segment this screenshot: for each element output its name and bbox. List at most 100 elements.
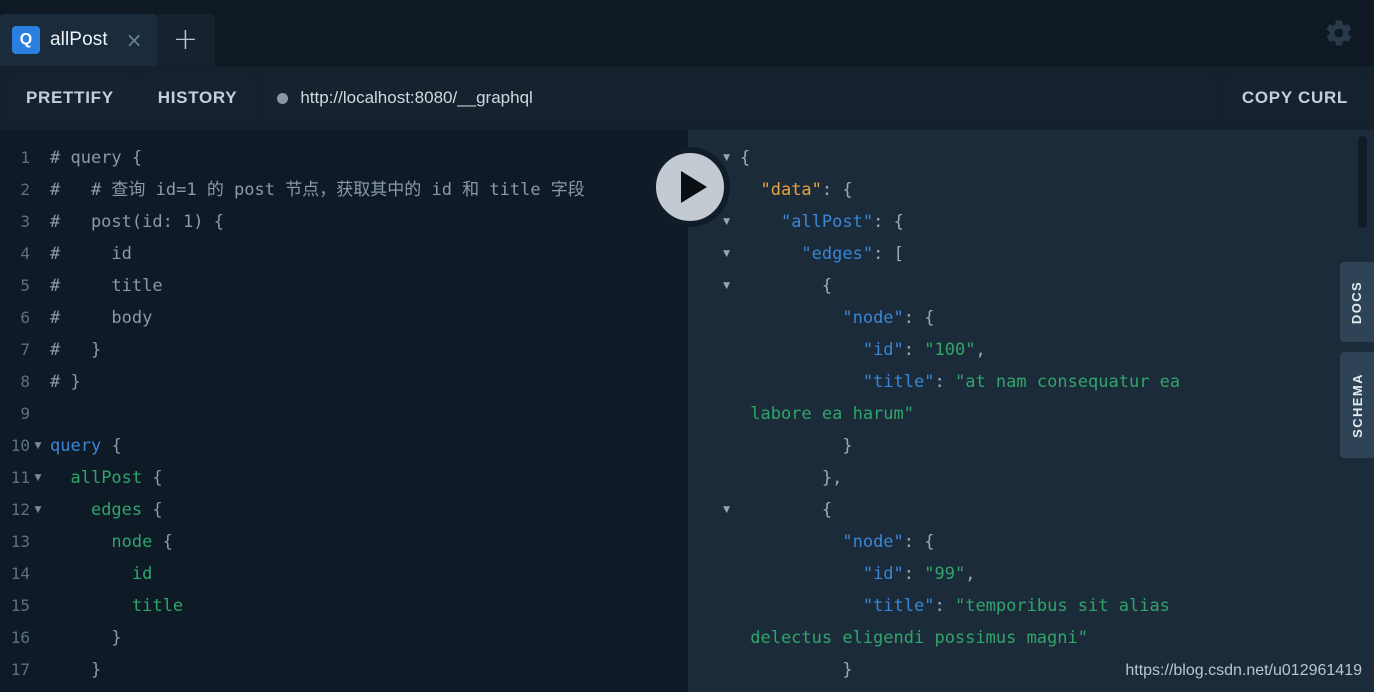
result-line: "id": "99",: [688, 558, 1374, 590]
line-content: },: [740, 686, 842, 692]
play-icon: [680, 171, 707, 203]
line-content: "node": {: [842, 308, 935, 328]
line-number: 17: [10, 660, 30, 679]
editor-line: 14 id: [0, 558, 688, 590]
line-content: # query {: [50, 148, 143, 168]
result-line: "node": {: [688, 302, 1374, 334]
line-number: 16: [10, 628, 30, 647]
line-content: # }: [50, 340, 102, 360]
result-line: },: [688, 462, 1374, 494]
toolbar: PRETTIFY HISTORY http://localhost:8080/_…: [0, 66, 1374, 130]
editor-line: 16 }: [0, 622, 688, 654]
editor-line: 9: [0, 398, 688, 430]
prettify-button[interactable]: PRETTIFY: [8, 77, 132, 119]
tab-badge: Q: [12, 26, 40, 54]
line-number: 11: [10, 468, 30, 487]
editor-line: 12 ▼ edges {: [0, 494, 688, 526]
docs-tab[interactable]: DOCS: [1340, 262, 1374, 342]
line-content: "title": "temporibus sit alias: [862, 596, 1170, 616]
line-number: 8: [20, 372, 30, 391]
line-content: # }: [50, 372, 81, 392]
result-line: ▼ {: [688, 494, 1374, 526]
line-content: "id": "99",: [862, 564, 976, 584]
fold-toggle-icon[interactable]: ▼: [688, 494, 740, 526]
line-content: allPost {: [70, 468, 163, 488]
fold-toggle-icon[interactable]: ▼: [30, 494, 46, 526]
line-number: 18: [0, 686, 30, 692]
result-line: "title": "at nam consequatur ea: [688, 366, 1374, 398]
add-tab-button[interactable]: +: [156, 14, 215, 66]
history-button[interactable]: HISTORY: [139, 77, 256, 119]
result-line: "title": "temporibus sit alias: [688, 590, 1374, 622]
query-editor[interactable]: 1 # query { 2 # # 查询 id=1 的 post 节点，获取其中的 i…: [0, 130, 688, 692]
line-number: 10: [10, 436, 30, 455]
result-scrollbar[interactable]: [1358, 136, 1367, 228]
line-content: }: [842, 436, 853, 456]
editor-line: 8 # }: [0, 366, 688, 398]
line-content: # post(id: 1) {: [50, 212, 224, 232]
line-content: }: [90, 660, 102, 680]
line-content: id: [131, 564, 153, 584]
line-content: # title: [50, 276, 163, 296]
line-number: 5: [20, 276, 30, 295]
line-number: 2: [20, 180, 30, 199]
result-line: ▼{: [688, 142, 1374, 174]
line-number: 14: [10, 564, 30, 583]
line-content: {: [821, 276, 833, 296]
line-number: 15: [10, 596, 30, 615]
line-content: delectus eligendi possimus magni": [740, 628, 1088, 648]
editor-line: 6 # body: [0, 302, 688, 334]
line-content: labore ea harum": [740, 404, 914, 424]
line-content: # body: [50, 308, 153, 328]
docs-tab-label: DOCS: [1349, 280, 1365, 324]
gear-icon: [1326, 20, 1352, 46]
query-editor-lines: 1 # query { 2 # # 查询 id=1 的 post 节点，获取其中的 i…: [0, 142, 688, 692]
line-content: # id: [50, 244, 132, 264]
tab-allpost[interactable]: Q allPost ×: [0, 14, 157, 66]
editor-line: 2 # # 查询 id=1 的 post 节点，获取其中的 id 和 title …: [0, 174, 688, 206]
schema-tab[interactable]: SCHEMA: [1340, 352, 1374, 458]
copy-curl-button[interactable]: COPY CURL: [1223, 77, 1366, 119]
result-line: ▼ "data": {: [688, 174, 1374, 206]
line-content: {: [821, 500, 833, 520]
graphiql-app: Q allPost × + PRETTIFY HISTORY http://lo…: [0, 0, 1374, 692]
execute-query-button[interactable]: [650, 147, 730, 227]
line-content: {: [740, 148, 751, 168]
fold-toggle-icon[interactable]: ▼: [30, 430, 46, 462]
line-content: title: [131, 596, 184, 616]
fold-toggle-icon[interactable]: ▼: [688, 270, 740, 302]
editor-line: 17 }: [0, 654, 688, 686]
line-content: "allPost": {: [780, 212, 904, 232]
line-content: # # 查询 id=1 的 post 节点，获取其中的 id 和 title 字…: [50, 180, 585, 200]
line-content: },: [821, 468, 843, 488]
line-content: node {: [111, 532, 173, 552]
result-line: ▼ "allPost": {: [688, 206, 1374, 238]
result-line: delectus eligendi possimus magni": [688, 622, 1374, 654]
line-number: 7: [20, 340, 30, 359]
side-tabs: DOCS SCHEMA: [1340, 262, 1374, 458]
editor-line: 10 ▼ query {: [0, 430, 688, 462]
line-number: 1: [20, 148, 30, 167]
line-number: 4: [20, 244, 30, 263]
editor-line: 4 # id: [0, 238, 688, 270]
tab-bar: Q allPost × +: [0, 0, 1374, 66]
result-line: }: [688, 430, 1374, 462]
fold-toggle-icon[interactable]: ▼: [688, 238, 740, 270]
editor-line: 18 }: [0, 686, 688, 692]
close-icon[interactable]: ×: [126, 30, 143, 50]
settings-button[interactable]: [1320, 14, 1358, 52]
line-content: }: [46, 686, 81, 692]
line-content: "title": "at nam consequatur ea: [862, 372, 1181, 392]
fold-toggle-icon[interactable]: ▼: [30, 462, 46, 494]
line-content: "node": {: [842, 532, 935, 552]
line-content: }: [842, 660, 853, 680]
endpoint-url-input[interactable]: http://localhost:8080/__graphql: [263, 77, 1216, 119]
result-viewer[interactable]: ▼{▼ "data": {▼ "allPost": {▼ "edges": [▼…: [688, 130, 1374, 692]
editor-line: 3 # post(id: 1) {: [0, 206, 688, 238]
line-number: 12: [10, 500, 30, 519]
result-line: "id": "100",: [688, 334, 1374, 366]
line-number: 9: [20, 404, 30, 423]
line-content: query {: [50, 436, 122, 456]
line-content: }: [111, 628, 122, 648]
line-number: 3: [20, 212, 30, 231]
